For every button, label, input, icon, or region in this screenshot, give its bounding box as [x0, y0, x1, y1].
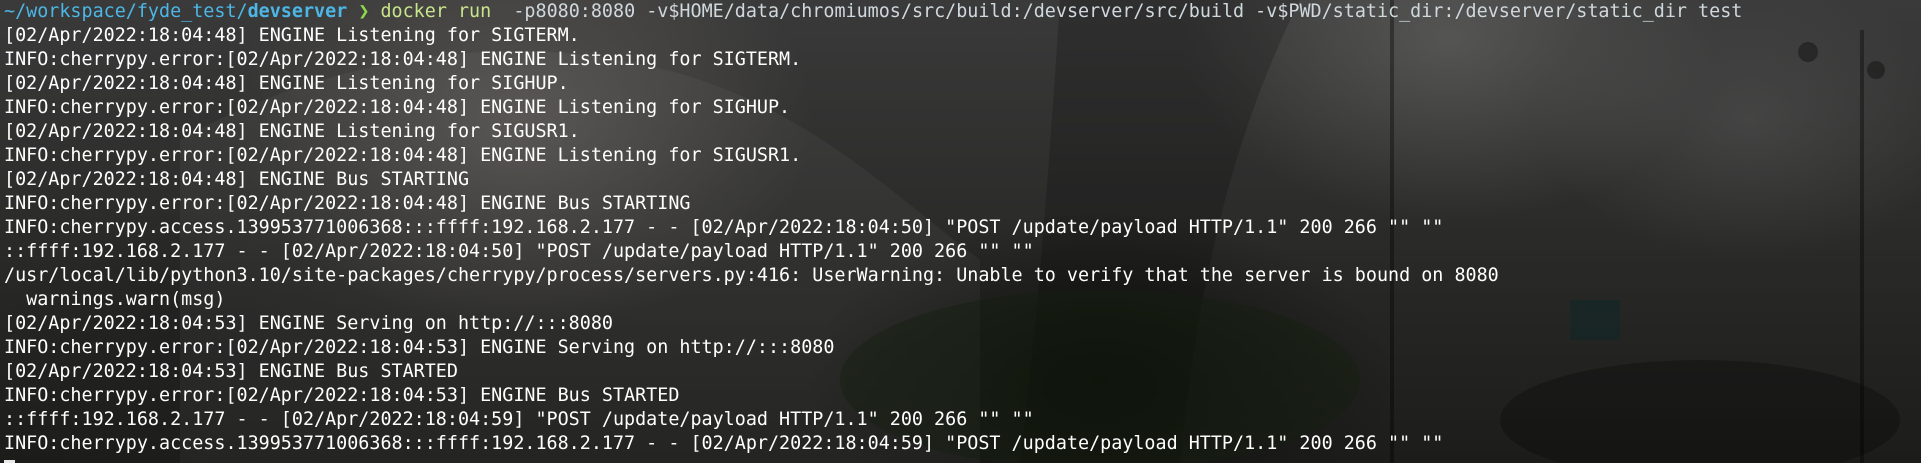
prompt-command: docker run [380, 1, 492, 22]
output-line: INFO:cherrypy.error:[02/Apr/2022:18:04:5… [4, 385, 680, 406]
output-line: warnings.warn(msg) [4, 289, 226, 310]
output-line: INFO:cherrypy.error:[02/Apr/2022:18:04:4… [4, 97, 791, 118]
output-line: INFO:cherrypy.error:[02/Apr/2022:18:04:4… [4, 49, 802, 70]
output-line: ::ffff:192.168.2.177 - - [02/Apr/2022:18… [4, 409, 1034, 430]
output-line: [02/Apr/2022:18:04:48] ENGINE Listening … [4, 25, 580, 46]
output-line: INFO:cherrypy.error:[02/Apr/2022:18:04:4… [4, 145, 802, 166]
output-line: [02/Apr/2022:18:04:48] ENGINE Bus STARTI… [4, 169, 470, 190]
output-line: [02/Apr/2022:18:04:48] ENGINE Listening … [4, 121, 580, 142]
output-line: /usr/local/lib/python3.10/site-packages/… [4, 265, 1499, 286]
shell-prompt: ~/workspace/fyde_test/devserver ❯ docker… [4, 0, 1742, 24]
output-line: [02/Apr/2022:18:04:53] ENGINE Serving on… [4, 313, 613, 334]
output-line: INFO:cherrypy.error:[02/Apr/2022:18:04:4… [4, 193, 691, 214]
input-line[interactable] [4, 456, 1742, 463]
output-line: [02/Apr/2022:18:04:53] ENGINE Bus STARTE… [4, 361, 458, 382]
terminal-window[interactable]: ~/workspace/fyde_test/devserver ❯ docker… [0, 0, 1921, 463]
output-line: INFO:cherrypy.access.139953771006368:::f… [4, 433, 1444, 454]
prompt-cwd: devserver [247, 1, 348, 22]
output-line: ::ffff:192.168.2.177 - - [02/Apr/2022:18… [4, 241, 1034, 262]
prompt-chevron-icon: ❯ [347, 1, 381, 22]
terminal-output[interactable]: ~/workspace/fyde_test/devserver ❯ docker… [4, 0, 1742, 463]
output-line: INFO:cherrypy.access.139953771006368:::f… [4, 217, 1444, 238]
prompt-path: ~/workspace/fyde_test/ [4, 1, 248, 22]
output-line: INFO:cherrypy.error:[02/Apr/2022:18:04:5… [4, 337, 835, 358]
cursor-block-icon [4, 459, 15, 463]
output-line: [02/Apr/2022:18:04:48] ENGINE Listening … [4, 73, 569, 94]
prompt-args: -p8080:8080 -v$HOME/data/chromiumos/src/… [491, 1, 1743, 22]
